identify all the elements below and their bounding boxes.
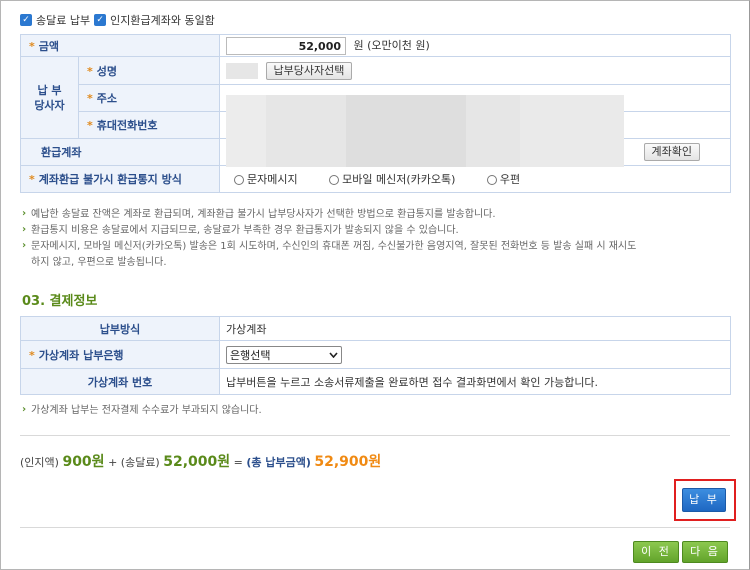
payer-group-label-line2: 당사자	[34, 98, 65, 112]
same-account-checkbox[interactable]: ✓	[94, 14, 107, 26]
section-title-payment: 03. 결제정보	[22, 294, 98, 309]
top-checkbox-row: ✓ 송달료 납부 ✓ 인지환급계좌와 동일함	[20, 12, 215, 28]
phone-label-cell: * 휴대전화번호	[77, 111, 221, 139]
radio-icon	[329, 175, 340, 185]
bank-label: 가상계좌 납부은행	[38, 348, 124, 362]
required-star-icon: *	[29, 173, 35, 186]
note-item: 가상계좌 납부는 전자결제 수수료가 부과되지 않습니다.	[22, 402, 262, 419]
divider	[20, 435, 730, 436]
pay-button[interactable]: 납 부	[682, 488, 726, 512]
select-payer-button[interactable]: 납부당사자선택	[265, 61, 353, 80]
name-masked	[226, 62, 259, 79]
postage-pay-checkbox[interactable]: ✓	[20, 14, 32, 26]
masked-info-block	[346, 95, 466, 167]
amount-input[interactable]: 52,000	[226, 36, 347, 55]
required-star-icon: *	[87, 64, 93, 78]
address-label-cell: * 주소	[77, 84, 221, 112]
payment-summary: (인지액) 900원 + (송달료) 52,000원 = (총 납부금액) 52…	[20, 451, 381, 471]
vaccount-label: 가상계좌 번호	[87, 375, 153, 389]
note-item: 예납한 송달료 잔액은 계좌로 환급되며, 계좌환급 불가시 납부당사자가 선택…	[22, 206, 636, 223]
name-label-cell: * 성명	[77, 56, 221, 85]
required-star-icon: *	[29, 39, 35, 53]
pay-method-value: 가상계좌	[219, 316, 731, 341]
note-item: 문자메시지, 모바일 메신저(카카오톡) 발송은 1회 시도하며, 수신인의 휴…	[22, 238, 636, 255]
phone-label: 휴대전화번호	[96, 119, 158, 132]
stamp-amount-value: 900원	[62, 454, 105, 470]
payer-group-label-line1: 납 부	[37, 83, 62, 97]
stamp-amount-label: (인지액)	[20, 456, 59, 469]
bank-select-cell: 은행선택	[219, 340, 731, 369]
amount-value-cell: 52,000 원 (오만이천 원)	[219, 34, 732, 57]
method-label: 계좌환급 불가시 환급통지 방식	[38, 173, 182, 186]
account-label-cell: 환급계좌	[19, 138, 221, 166]
amount-label: 금액	[38, 39, 60, 53]
divider	[20, 527, 730, 528]
note-item-continued: 하지 않고, 우편으로 발송됩니다.	[31, 257, 167, 268]
method-label-cell: * 계좌환급 불가시 환급통지 방식	[19, 165, 221, 193]
method-option-mail[interactable]: 우편	[486, 173, 520, 186]
postage-amount-label: (송달료)	[120, 456, 160, 469]
pay-method-label: 납부방식	[99, 322, 141, 336]
amount-label-cell: * 금액	[19, 34, 221, 57]
pay-method-label-cell: 납부방식	[20, 316, 220, 341]
bank-label-cell: * 가상계좌 납부은행	[20, 340, 220, 369]
payment-form-table: 납부방식 가상계좌 * 가상계좌 납부은행 은행선택 가상계좌 번호 납부버튼을 …	[20, 316, 731, 395]
total-amount-value: 52,900원	[314, 454, 382, 470]
account-label: 환급계좌	[41, 146, 82, 159]
postage-amount-value: 52,000원	[163, 454, 231, 470]
required-star-icon: *	[29, 348, 35, 362]
masked-info-block	[226, 95, 266, 167]
required-star-icon: *	[87, 92, 93, 105]
method-options-cell: 문자메시지 모바일 메신저(카카오톡) 우편	[219, 165, 732, 193]
postage-pay-label: 송달료 납부	[36, 14, 91, 27]
note-item: 환급통지 비용은 송달료에서 지급되므로, 송달료가 부족한 경우 환급통지가 …	[22, 222, 636, 239]
vaccount-value: 납부버튼을 누르고 소송서류제출을 완료하면 접수 결과화면에서 확인 가능합니…	[219, 368, 731, 395]
refund-notes: 예납한 송달료 잔액은 계좌로 환급되며, 계좌환급 불가시 납부당사자가 선택…	[22, 206, 636, 271]
equals-sign: =	[233, 456, 243, 469]
prev-button[interactable]: 이 전	[633, 541, 679, 563]
method-option-messenger[interactable]: 모바일 메신저(카카오톡)	[329, 173, 455, 186]
payer-group-label: 납 부 당사자	[20, 56, 79, 139]
name-value-cell: 납부당사자선택	[219, 56, 732, 85]
amount-unit: 원 (오만이천 원)	[353, 38, 430, 52]
required-star-icon: *	[87, 119, 93, 132]
payment-notes: 가상계좌 납부는 전자결제 수수료가 부과되지 않습니다.	[22, 402, 262, 419]
radio-icon	[486, 175, 497, 185]
address-label: 주소	[96, 92, 118, 105]
chevron-down-icon	[329, 348, 338, 361]
method-option-sms[interactable]: 문자메시지	[234, 173, 298, 186]
bank-select[interactable]: 은행선택	[226, 345, 342, 364]
next-button[interactable]: 다 음	[682, 541, 728, 563]
account-check-button[interactable]: 계좌확인	[643, 143, 701, 161]
plus-sign: +	[108, 456, 118, 469]
radio-icon	[234, 175, 245, 185]
name-label: 성명	[96, 64, 118, 78]
bank-select-value: 은행선택	[230, 348, 271, 362]
vaccount-label-cell: 가상계좌 번호	[20, 368, 220, 395]
same-account-label: 인지환급계좌와 동일함	[110, 14, 215, 27]
masked-info-block	[520, 95, 624, 167]
total-amount-label: (총 납부금액)	[246, 456, 311, 469]
